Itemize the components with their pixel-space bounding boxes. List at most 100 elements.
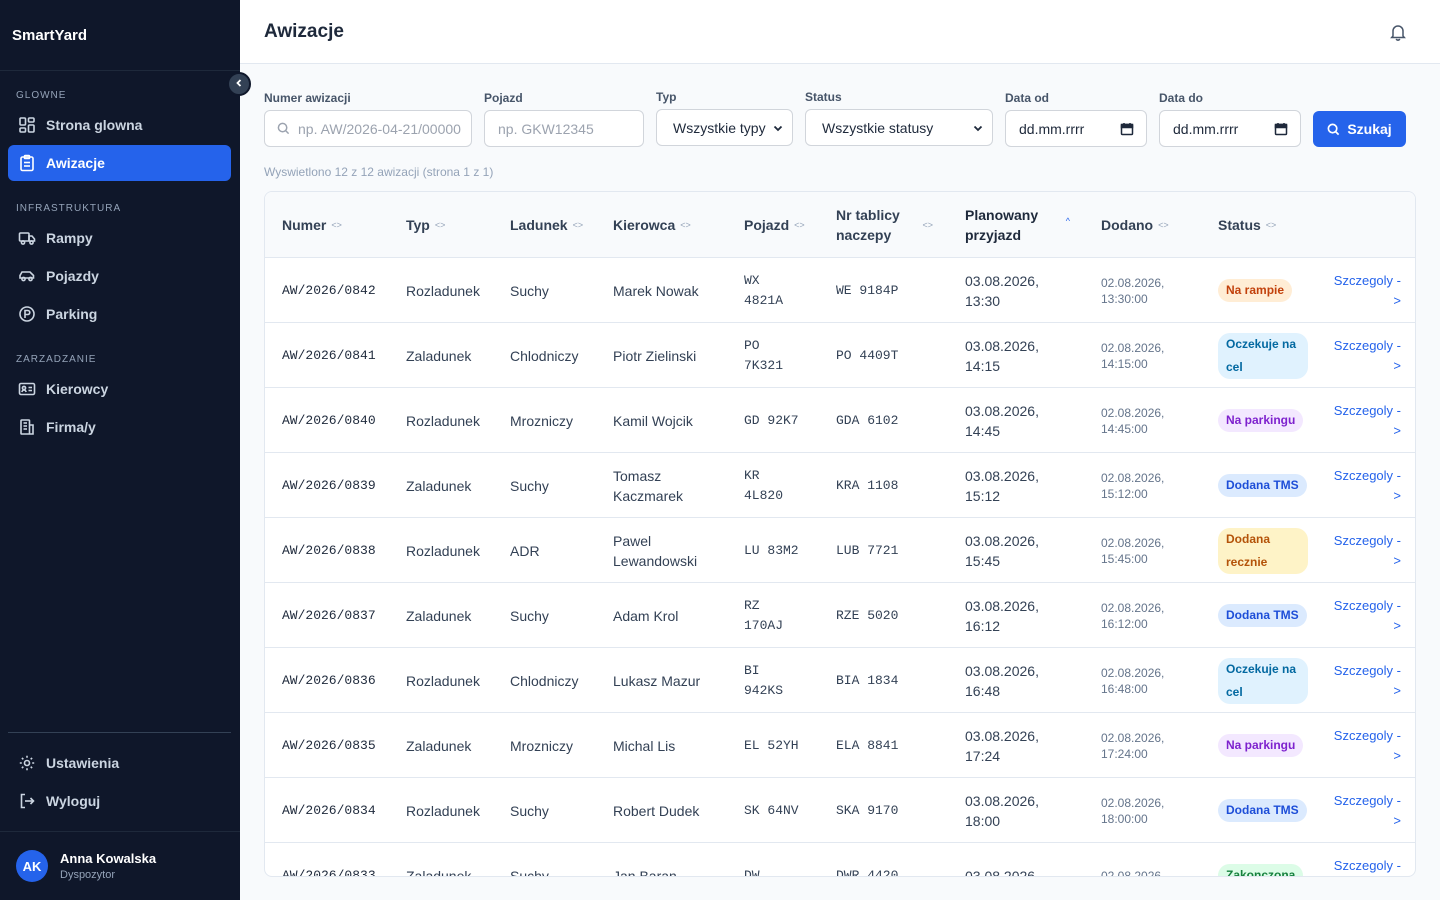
cell-dodano: 02.08.2026, 14:15:00 [1101, 340, 1165, 371]
cell-planowany: 03.08.2026, 16:12 [965, 597, 1039, 634]
sidebar-item-wyloguj[interactable]: Wyloguj [8, 783, 231, 819]
cell-planowany: 03.08.2026, 15:12 [965, 467, 1039, 504]
data-do-value: dd.mm.rrrr [1173, 120, 1239, 137]
details-link[interactable]: Szczegoly -> [1333, 583, 1401, 648]
column-header-dodano[interactable]: Dodano <> [1101, 192, 1169, 258]
sidebar-item-ustawienia[interactable]: Ustawienia [8, 745, 231, 781]
cell-ladunek: ADR [510, 542, 540, 559]
column-header-naczepa[interactable]: Nr tablicy naczepy <> [836, 192, 933, 258]
sort-icon: <> [922, 220, 933, 230]
sidebar-item-label: Kierowcy [46, 381, 109, 397]
cell-typ: Zaladunek [406, 477, 472, 494]
sort-icon: <> [1158, 220, 1169, 230]
data-do-input[interactable]: dd.mm.rrrr [1159, 110, 1301, 147]
sidebar-item-parking[interactable]: Parking [8, 296, 231, 332]
bell-icon[interactable] [1388, 22, 1408, 42]
column-header-numer[interactable]: Numer <> [282, 192, 342, 258]
sort-icon: <> [572, 220, 584, 230]
cell-status: Dodana TMS [1218, 583, 1308, 648]
chevron-down-icon [772, 122, 784, 134]
gear-icon [16, 752, 38, 774]
car-icon [16, 265, 38, 287]
table-row[interactable]: AW/2026/0840 Rozladunek Mrozniczy Kamil Woj… [265, 388, 1415, 453]
details-link[interactable]: Szczegoly -> [1333, 388, 1401, 453]
table-row[interactable]: AW/2026/0835 Zaladunek Mrozniczy Michal Lis… [265, 713, 1415, 778]
chevron-down-icon [972, 122, 984, 134]
cell-pojazd: DW [744, 867, 760, 877]
cell-dodano: 02.08.2026, 13:30:00 [1101, 275, 1165, 306]
cell-kierowca: Robert Dudek [613, 802, 700, 819]
table-row[interactable]: AW/2026/0842 Rozladunek Suchy Marek Nowak WX… [265, 258, 1415, 323]
cell-pojazd: GD 92K7 [744, 412, 799, 428]
status-select-value: Wszystkie statusy [822, 119, 934, 136]
table-row[interactable]: AW/2026/0833 Zaladunek Suchy Jan Baran DW DWR… [265, 843, 1415, 877]
details-link[interactable]: Szczegoly -> [1333, 778, 1401, 843]
status-select[interactable]: Wszystkie statusy [805, 109, 993, 146]
topbar: Awizacje [240, 0, 1440, 64]
cell-ladunek: Suchy [510, 282, 549, 299]
cell-naczepa: BIA 1834 [836, 672, 899, 688]
table-row[interactable]: AW/2026/0841 Zaladunek Chlodniczy Piotr Zie… [265, 323, 1415, 388]
cell-status: Oczekuje na cel [1218, 648, 1308, 713]
cell-numer: AW/2026/0840 [282, 412, 376, 428]
details-link[interactable]: Szczegoly -> [1333, 453, 1401, 518]
cell-planowany: 03.08.2026, [965, 867, 1039, 877]
typ-select[interactable]: Wszystkie typy [656, 109, 793, 146]
numer-input[interactable] [298, 120, 471, 137]
status-label: Status [805, 90, 842, 104]
details-link[interactable]: Szczegoly -> [1333, 843, 1401, 876]
table-row[interactable]: AW/2026/0838 Rozladunek ADR Pawel Lewandows… [265, 518, 1415, 583]
cell-dodano: 02.08.2026, [1101, 868, 1165, 877]
app-logo: SmartYard [0, 0, 240, 71]
sidebar-item-rampy[interactable]: Rampy [8, 220, 231, 256]
user-role: Dyspozytor [60, 869, 116, 881]
details-link[interactable]: Szczegoly -> [1333, 648, 1401, 713]
cell-dodano: 02.08.2026, 15:45:00 [1101, 535, 1165, 566]
column-header-status[interactable]: Status <> [1218, 192, 1276, 258]
sidebar-item-firmy[interactable]: Firma/y [8, 409, 231, 445]
sidebar-item-awizacje[interactable]: Awizacje [8, 145, 231, 181]
data-od-input[interactable]: dd.mm.rrrr [1005, 110, 1147, 147]
parking-icon [16, 303, 38, 325]
cell-planowany: 03.08.2026, 14:45 [965, 402, 1039, 439]
details-link[interactable]: Szczegoly -> [1333, 323, 1401, 388]
sidebar-item-kierowcy[interactable]: Kierowcy [8, 371, 231, 407]
data-do-label: Data do [1159, 91, 1204, 105]
column-label: Dodano [1101, 217, 1154, 233]
column-header-planowany[interactable]: Planowany przyjazd ^ [965, 192, 1070, 258]
column-header-ladunek[interactable]: Ladunek <> [510, 192, 583, 258]
column-label: Nr tablicy naczepy [836, 207, 900, 243]
table-row[interactable]: AW/2026/0839 Zaladunek Suchy Tomasz Kaczmar… [265, 453, 1415, 518]
truck-icon [16, 227, 38, 249]
details-link[interactable]: Szczegoly -> [1333, 518, 1401, 583]
calendar-icon[interactable] [1120, 122, 1134, 136]
calendar-icon[interactable] [1274, 122, 1288, 136]
cell-naczepa: LUB 7721 [836, 542, 899, 558]
column-header-kierowca[interactable]: Kierowca <> [613, 192, 691, 258]
sidebar-item-label: Awizacje [46, 155, 105, 171]
pojazd-field[interactable] [484, 110, 644, 147]
numer-field[interactable] [264, 110, 472, 147]
status-badge: Dodana TMS [1218, 474, 1307, 497]
cell-ladunek: Suchy [510, 802, 549, 819]
table-row[interactable]: AW/2026/0836 Rozladunek Chlodniczy Lukasz M… [265, 648, 1415, 713]
sidebar-collapse-button[interactable] [227, 72, 251, 96]
building-icon [16, 416, 38, 438]
column-header-pojazd[interactable]: Pojazd <> [744, 192, 805, 258]
table-row[interactable]: AW/2026/0837 Zaladunek Suchy Adam Krol RZ 17… [265, 583, 1415, 648]
cell-numer: AW/2026/0835 [282, 737, 376, 753]
clipboard-icon [16, 152, 38, 174]
user-profile[interactable]: AK Anna Kowalska Dyspozytor [0, 831, 240, 900]
sidebar-item-strona-glowna[interactable]: Strona glowna [8, 107, 231, 143]
pojazd-input[interactable] [498, 120, 643, 137]
cell-naczepa: DWR 4420 [836, 867, 899, 877]
status-badge: Na rampie [1218, 279, 1293, 302]
cell-pojazd: LU 83M2 [744, 542, 799, 558]
search-button[interactable]: Szukaj [1313, 111, 1406, 147]
details-link[interactable]: Szczegoly -> [1333, 258, 1401, 323]
table-row[interactable]: AW/2026/0834 Rozladunek Suchy Robert Dudek S… [265, 778, 1415, 843]
cell-naczepa: ELA 8841 [836, 737, 899, 753]
column-header-typ[interactable]: Typ <> [406, 192, 445, 258]
sidebar-item-pojazdy[interactable]: Pojazdy [8, 258, 231, 294]
details-link[interactable]: Szczegoly -> [1333, 713, 1401, 778]
